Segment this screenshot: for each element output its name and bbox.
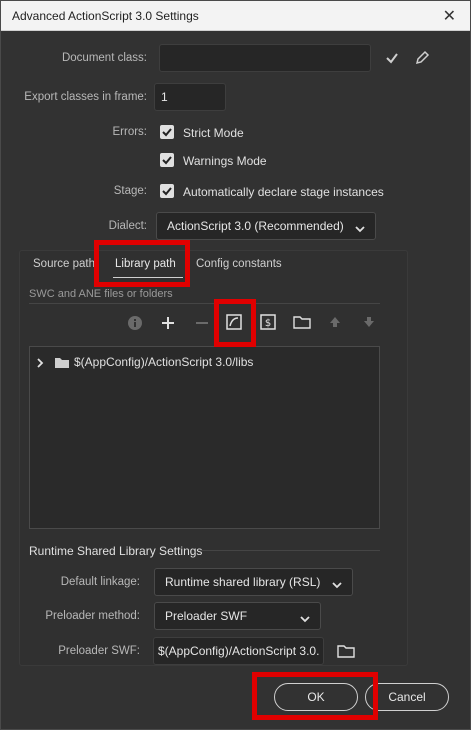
active-tab-underline <box>113 277 183 278</box>
document-class-label: Document class: <box>61 52 147 64</box>
info-icon[interactable] <box>127 315 143 334</box>
settings-dialog: Advanced ActionScript 3.0 Settings ✕ Doc… <box>0 0 471 730</box>
chevron-down-icon <box>332 578 342 592</box>
export-frame-label: Export classes in frame: <box>24 91 147 103</box>
library-path-list[interactable]: $(AppConfig)/ActionScript 3.0/libs <box>29 346 380 529</box>
remove-icon[interactable] <box>195 316 209 333</box>
dialect-select[interactable]: ActionScript 3.0 (Recommended) <box>156 212 376 240</box>
folder-icon <box>54 356 70 372</box>
default-linkage-select[interactable]: Runtime shared library (RSL) <box>154 568 353 596</box>
move-down-icon[interactable] <box>363 316 375 331</box>
dialect-value: ActionScript 3.0 (Recommended) <box>167 219 344 233</box>
pencil-icon[interactable] <box>415 50 430 68</box>
preloader-method-label: Preloader method: <box>45 610 140 622</box>
rsl-section-divider <box>201 550 380 551</box>
cancel-button[interactable]: Cancel <box>365 683 449 711</box>
default-linkage-label: Default linkage: <box>60 576 140 588</box>
auto-declare-label: Automatically declare stage instances <box>183 185 384 199</box>
rsl-section-label: Runtime Shared Library Settings <box>29 544 203 558</box>
chevron-right-icon[interactable] <box>36 357 44 371</box>
default-linkage-value: Runtime shared library (RSL) <box>165 575 321 589</box>
auto-declare-checkbox[interactable] <box>160 184 174 198</box>
ok-button[interactable]: OK <box>274 683 358 711</box>
move-up-icon[interactable] <box>329 316 341 331</box>
window-title: Advanced ActionScript 3.0 Settings <box>12 9 199 23</box>
warnings-mode-label: Warnings Mode <box>183 154 267 168</box>
strict-mode-label: Strict Mode <box>183 126 244 140</box>
stage-label: Stage: <box>113 185 147 197</box>
library-entry-path: $(AppConfig)/ActionScript 3.0/libs <box>74 355 254 369</box>
svg-text:$: $ <box>265 318 271 329</box>
preloader-method-value: Preloader SWF <box>165 609 248 623</box>
preloader-swf-label: Preloader SWF: <box>58 645 140 657</box>
tab-library-path[interactable]: Library path <box>115 258 176 270</box>
list-item[interactable]: $(AppConfig)/ActionScript 3.0/libs <box>34 355 374 373</box>
strict-mode-checkbox[interactable] <box>160 125 174 139</box>
folder-icon[interactable] <box>293 315 311 332</box>
library-section-label: SWC and ANE files or folders <box>29 288 173 300</box>
browse-ane-icon[interactable]: $ <box>260 314 276 333</box>
tab-config-constants[interactable]: Config constants <box>196 258 282 270</box>
title-bar: Advanced ActionScript 3.0 Settings ✕ <box>1 1 470 31</box>
errors-label: Errors: <box>112 126 148 138</box>
preloader-method-select[interactable]: Preloader SWF <box>154 602 321 630</box>
library-section-divider <box>29 303 380 304</box>
dialect-label: Dialect: <box>108 220 147 232</box>
folder-icon[interactable] <box>337 644 355 661</box>
close-icon[interactable]: ✕ <box>443 6 456 26</box>
document-class-input[interactable] <box>159 44 371 72</box>
add-icon[interactable] <box>161 316 175 333</box>
check-icon[interactable] <box>385 51 399 68</box>
chevron-down-icon <box>300 612 310 626</box>
browse-swc-icon[interactable] <box>226 314 242 333</box>
warnings-mode-checkbox[interactable] <box>160 153 174 167</box>
preloader-swf-input[interactable]: $(AppConfig)/ActionScript 3.0. <box>153 637 324 665</box>
chevron-down-icon <box>355 222 365 236</box>
tab-source-path[interactable]: Source path <box>33 258 95 270</box>
export-frame-input[interactable]: 1 <box>154 83 226 111</box>
